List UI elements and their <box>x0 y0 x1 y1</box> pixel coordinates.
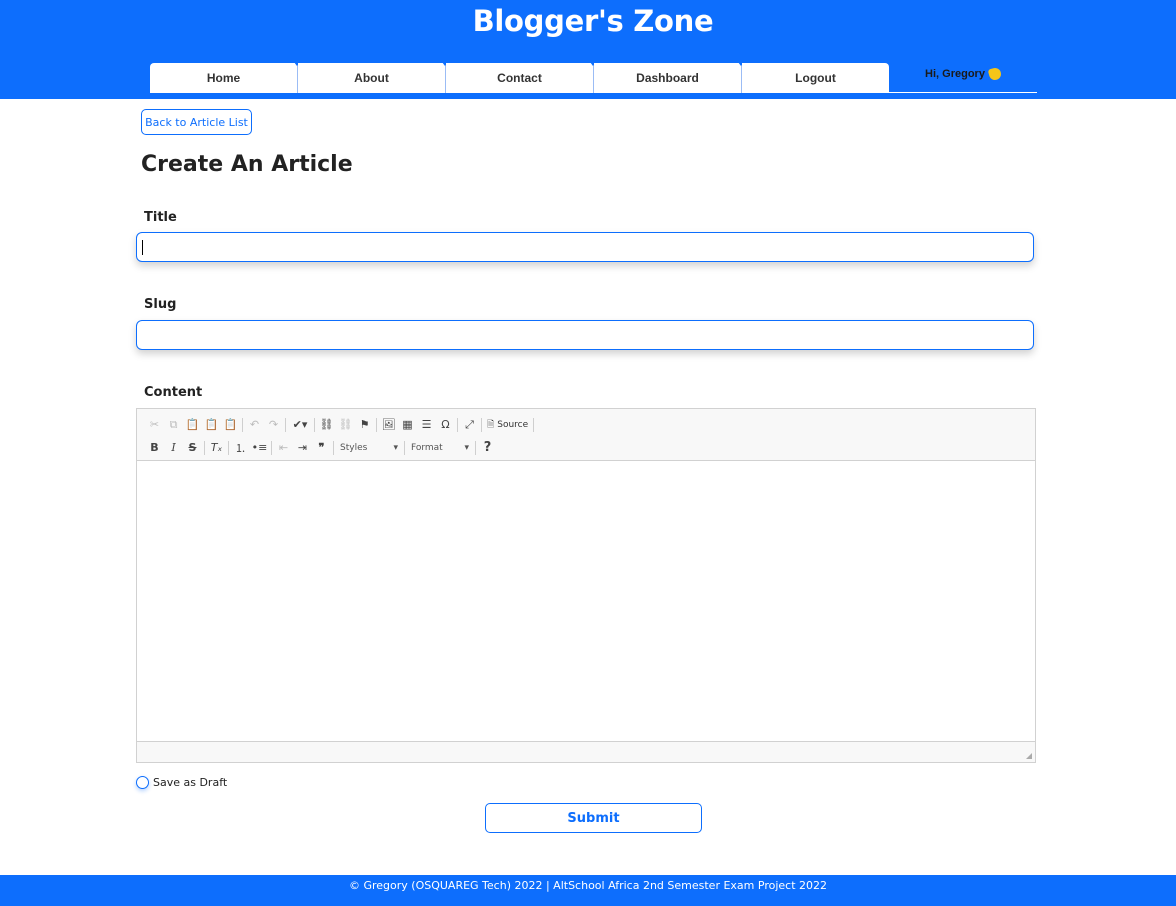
source-label: Source <box>497 419 529 430</box>
nav-item-label: Home <box>206 71 241 85</box>
nav-item-about[interactable]: About <box>298 62 448 93</box>
toolbar-separator <box>376 417 377 432</box>
bulleted-list-icon[interactable]: •≡ <box>250 438 269 457</box>
toolbar-separator <box>228 440 229 455</box>
styles-dropdown[interactable]: Styles ▾ <box>336 438 402 457</box>
site-title: Blogger's Zone <box>472 4 714 38</box>
footer-text: © Gregory (OSQUAREG Tech) 2022 | AltScho… <box>348 879 828 892</box>
chevron-down-icon: ▾ <box>393 442 398 453</box>
nav-item-label: Contact <box>497 71 542 85</box>
editor-status-bar <box>137 741 1035 762</box>
toolbar-row: ✂ ⧉ 📋 📋 📋 ↶ ↷ ✔▾ ⛓ ⛓ ⚑ 🖼 ▦ ☰ Ω ⤢ 🗎 Source <box>145 413 1029 436</box>
italic-icon[interactable]: I <box>164 438 183 457</box>
content-label: Content <box>144 385 203 400</box>
rich-text-editor: ✂ ⧉ 📋 📋 📋 ↶ ↷ ✔▾ ⛓ ⛓ ⚑ 🖼 ▦ ☰ Ω ⤢ 🗎 Source <box>136 408 1036 763</box>
image-icon[interactable]: 🖼 <box>379 415 398 434</box>
copy-icon[interactable]: ⧉ <box>164 415 183 434</box>
nav-item-label: Logout <box>795 71 836 85</box>
user-greeting: Hi, Gregory <box>889 63 1037 93</box>
toolbar-separator <box>475 440 476 455</box>
outdent-icon[interactable]: ⇤ <box>274 438 293 457</box>
title-label: Title <box>144 210 177 225</box>
bold-icon[interactable]: B <box>145 438 164 457</box>
format-label: Format <box>411 442 443 453</box>
undo-icon[interactable]: ↶ <box>245 415 264 434</box>
submit-button[interactable]: Submit <box>485 803 702 833</box>
strikethrough-icon[interactable]: S <box>183 438 202 457</box>
horizontal-line-icon[interactable]: ☰ <box>417 415 436 434</box>
save-as-draft[interactable]: Save as Draft <box>136 776 227 789</box>
resize-handle-icon[interactable] <box>1026 753 1032 759</box>
toolbar-separator <box>457 417 458 432</box>
toolbar-separator <box>314 417 315 432</box>
numbered-list-icon[interactable]: ⒈ <box>231 438 250 457</box>
toolbar-separator <box>242 417 243 432</box>
styles-label: Styles <box>340 442 368 453</box>
table-icon[interactable]: ▦ <box>398 415 417 434</box>
greeting-text: Hi, Gregory <box>925 67 985 80</box>
chevron-down-icon: ▾ <box>464 442 469 453</box>
toolbar-row: B I S Tₓ ⒈ •≡ ⇤ ⇥ ❞ Styles ▾ Format ▾ ? <box>145 436 1029 459</box>
source-icon: 🗎 <box>487 419 495 430</box>
toolbar-separator <box>404 440 405 455</box>
toolbar-separator <box>271 440 272 455</box>
toolbar-separator <box>285 417 286 432</box>
spellcheck-icon[interactable]: ✔▾ <box>288 415 312 434</box>
nav-item-contact[interactable]: Contact <box>446 62 596 93</box>
maximize-icon[interactable]: ⤢ <box>460 415 479 434</box>
indent-icon[interactable]: ⇥ <box>293 438 312 457</box>
nav-item-dashboard[interactable]: Dashboard <box>594 62 744 93</box>
source-button[interactable]: 🗎 Source <box>484 415 531 434</box>
anchor-flag-icon[interactable]: ⚑ <box>355 415 374 434</box>
nav-item-label: Dashboard <box>636 71 699 85</box>
help-icon[interactable]: ? <box>478 438 497 457</box>
draft-label: Save as Draft <box>153 776 228 789</box>
draft-checkbox[interactable] <box>136 776 149 789</box>
text-caret <box>142 240 143 255</box>
special-char-icon[interactable]: Ω <box>436 415 455 434</box>
nav-item-logout[interactable]: Logout <box>742 63 889 93</box>
toolbar-separator <box>481 417 482 432</box>
main-nav: Home About Contact Dashboard Logout <box>150 62 889 93</box>
redo-icon[interactable]: ↷ <box>264 415 283 434</box>
site-header: Blogger's Zone Home About Contact Dashbo… <box>0 0 1176 99</box>
title-input[interactable] <box>136 232 1034 262</box>
toolbar-separator <box>333 440 334 455</box>
unlink-icon[interactable]: ⛓ <box>336 415 355 434</box>
slug-label: Slug <box>144 297 177 312</box>
nav-item-home[interactable]: Home <box>150 62 300 93</box>
link-icon[interactable]: ⛓ <box>317 415 336 434</box>
blockquote-icon[interactable]: ❞ <box>312 438 331 457</box>
paste-word-icon[interactable]: 📋 <box>221 415 240 434</box>
format-dropdown[interactable]: Format ▾ <box>407 438 473 457</box>
toolbar-separator <box>533 417 535 432</box>
page-title: Create An Article <box>141 152 353 177</box>
back-to-list-button[interactable]: Back to Article List <box>141 109 252 135</box>
site-footer: © Gregory (OSQUAREG Tech) 2022 | AltScho… <box>0 875 1176 906</box>
cut-icon[interactable]: ✂ <box>145 415 164 434</box>
remove-format-icon[interactable]: Tₓ <box>207 438 226 457</box>
editor-content-area[interactable] <box>137 461 1035 741</box>
waving-hand-icon <box>987 66 1003 81</box>
editor-toolbar: ✂ ⧉ 📋 📋 📋 ↶ ↷ ✔▾ ⛓ ⛓ ⚑ 🖼 ▦ ☰ Ω ⤢ 🗎 Source <box>137 409 1035 461</box>
paste-icon[interactable]: 📋 <box>183 415 202 434</box>
paste-text-icon[interactable]: 📋 <box>202 415 221 434</box>
toolbar-separator <box>204 440 205 455</box>
slug-input[interactable] <box>136 320 1034 350</box>
nav-item-label: About <box>354 71 389 85</box>
